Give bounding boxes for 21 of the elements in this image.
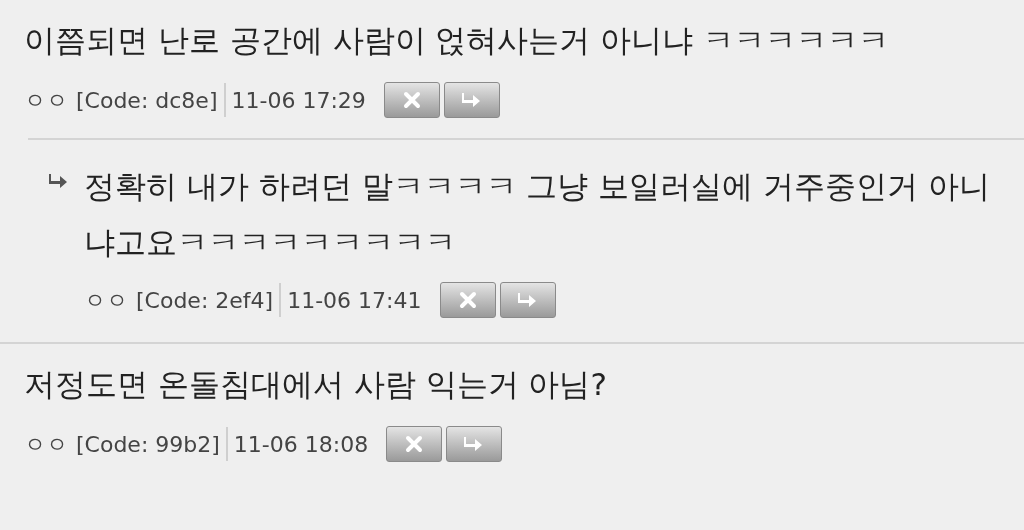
author-name: ㅇㅇ	[24, 430, 68, 459]
delete-button[interactable]	[386, 426, 443, 462]
comment-text: 저정도면 온돌침대에서 사람 익는거 아님?	[24, 365, 608, 404]
author-name: ㅇㅇ	[84, 286, 128, 315]
close-icon	[457, 290, 478, 310]
close-icon	[401, 90, 422, 110]
user-code: [Code: dc8e]	[76, 86, 218, 115]
timestamp: 11-06 17:41	[287, 286, 422, 315]
user-code: [Code: 2ef4]	[136, 286, 274, 315]
timestamp: 11-06 18:08	[233, 430, 369, 459]
author-name: ㅇㅇ	[24, 86, 68, 115]
comment-text: 정확히 내가 하려던 말ㅋㅋㅋㅋ 그냥 보일러실에 거주중인거 아니냐고요ㅋㅋㅋㅋㅋㅋㅋㅋㅋ	[84, 167, 991, 262]
close-icon	[404, 434, 425, 454]
timestamp: 11-06 17:29	[231, 86, 366, 115]
reply-button[interactable]	[443, 82, 500, 118]
delete-button[interactable]	[383, 82, 440, 118]
delete-button[interactable]	[439, 282, 496, 318]
comment-text: 이쯤되면 난로 공간에 사람이 얹혀사는거 아니냐 ㅋㅋㅋㅋㅋㅋ	[24, 21, 891, 60]
reply-button[interactable]	[446, 426, 503, 462]
user-code: [Code: 99b2]	[76, 430, 220, 459]
reply-button[interactable]	[499, 282, 556, 318]
